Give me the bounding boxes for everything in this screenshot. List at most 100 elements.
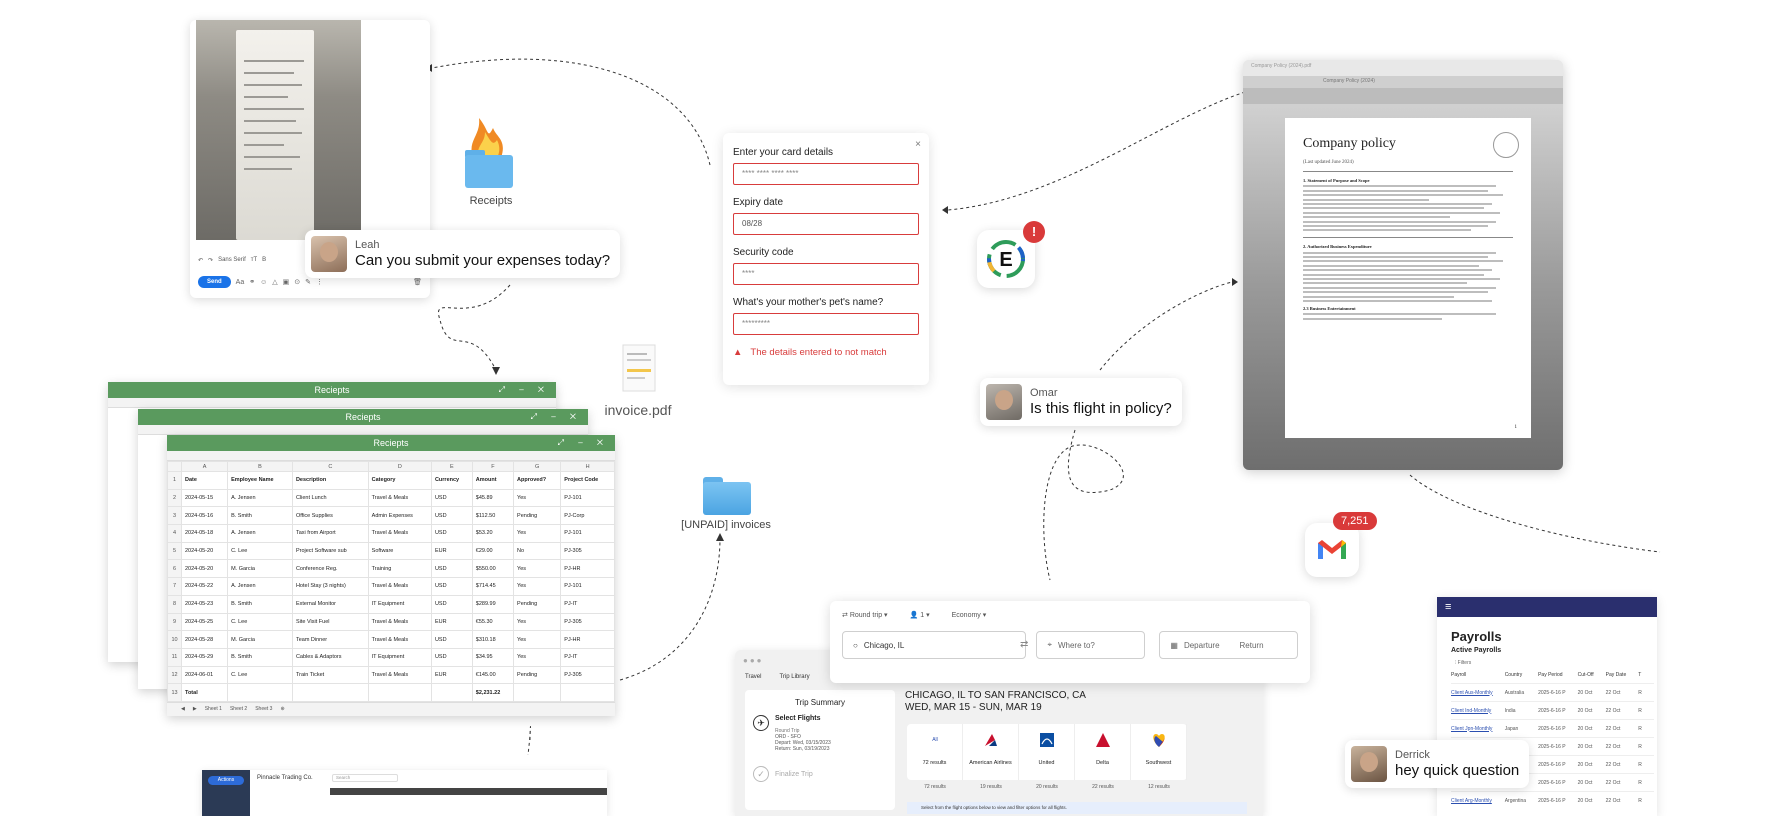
table-cell[interactable]: Employee Name (227, 471, 293, 490)
table-cell[interactable]: Date (180, 471, 229, 490)
table-cell[interactable]: Pending (513, 506, 562, 526)
table-cell[interactable]: Travel & Meals (367, 524, 432, 543)
column-header[interactable]: Payroll (1451, 672, 1505, 684)
table-cell[interactable]: PJ-HR (560, 630, 615, 649)
table-cell[interactable] (430, 683, 473, 702)
table-cell[interactable] (560, 683, 615, 702)
table-row[interactable]: 13 Total $2,231.22 (167, 683, 615, 702)
table-cell[interactable]: PJ-HR (560, 559, 615, 579)
redo-icon[interactable]: ↷ (208, 257, 213, 264)
table-cell[interactable]: 2024-05-29 (180, 647, 229, 667)
table-cell[interactable]: Travel & Meals (367, 665, 432, 685)
table-cell[interactable] (227, 683, 293, 702)
table-cell[interactable]: Travel & Meals (367, 488, 432, 508)
table-cell[interactable]: $289.99 (471, 594, 515, 614)
more-options-icon[interactable]: ⋮ (316, 278, 323, 286)
table-row[interactable]: 6 2024-05-20 M. Garcia Conference Reg. Train… (167, 559, 615, 579)
table-cell[interactable]: PJ-IT (560, 594, 615, 614)
table-cell[interactable]: Project Software sub (291, 541, 369, 561)
table-cell[interactable]: Taxi from Airport (291, 524, 369, 543)
table-cell[interactable]: Travel & Meals (367, 630, 432, 649)
table-cell[interactable]: Train Ticket (291, 665, 369, 685)
gmail-app-icon[interactable] (1305, 523, 1359, 577)
table-cell[interactable]: USD (430, 647, 473, 667)
pen-icon[interactable]: ✎ (305, 278, 311, 286)
table-cell[interactable]: Office Supplies (291, 506, 369, 526)
table-cell[interactable]: Yes (513, 647, 562, 667)
airline-all[interactable]: All 72 results (907, 724, 963, 780)
table-cell[interactable] (291, 683, 369, 702)
table-cell[interactable]: USD (430, 594, 473, 614)
window-controls[interactable]: ⤢ – ✕ (558, 435, 609, 451)
column-header[interactable]: A (180, 461, 229, 472)
table-cell[interactable]: 2024-05-20 (180, 541, 229, 561)
chat-bubble-derrick[interactable]: Derrick hey quick question (1345, 740, 1530, 788)
table-row[interactable]: 10 2024-05-28 M. Garcia Team Dinner Travel &… (167, 630, 615, 649)
invoice-file[interactable]: invoice.pdf (603, 343, 675, 418)
table-cell[interactable]: USD (430, 577, 473, 596)
filters-button[interactable]: ⫶ Filters (1455, 660, 1657, 666)
column-header[interactable]: T (1638, 672, 1654, 684)
table-cell[interactable]: Client Lunch (291, 488, 369, 508)
swap-icon[interactable]: ⇄ (1020, 631, 1028, 659)
table-cell[interactable]: B. Smith (227, 647, 293, 667)
table-cell[interactable]: 2024-06-01 (180, 665, 229, 685)
table-row[interactable]: Client Ind-Monthly India 2025-6-16 P 20 Oct… (1451, 701, 1654, 720)
table-row[interactable]: Client Jpn-Monthly Japan 2025-6-16 P 20 Oct… (1451, 719, 1654, 738)
table-cell[interactable]: Pending (513, 594, 562, 614)
image-icon[interactable]: ▣ (283, 278, 290, 286)
table-cell[interactable]: USD (430, 524, 473, 543)
table-cell[interactable] (367, 683, 432, 702)
table-cell[interactable]: Yes (513, 630, 562, 649)
table-row[interactable]: 11 2024-05-29 B. Smith Cables & Adaptors IT … (167, 647, 615, 667)
table-cell[interactable]: PJ-101 (560, 577, 615, 596)
attach-icon[interactable]: Aa (236, 279, 245, 286)
menu-icon[interactable]: ≡ (1437, 597, 1657, 617)
table-row[interactable]: 8 2024-05-23 B. Smith External Monitor IT Eq… (167, 594, 615, 614)
column-header[interactable]: Country (1505, 672, 1538, 684)
table-row[interactable]: 9 2024-05-25 C. Lee Site Visit Fuel Travel &… (167, 612, 615, 632)
table-row[interactable]: 3 2024-05-16 B. Smith Office Supplies Admin … (167, 506, 615, 526)
security-code-field[interactable]: **** (733, 263, 919, 285)
payroll-link[interactable]: Client Jpn-Monthly (1451, 719, 1505, 738)
table-row[interactable]: Client Aus-Monthly Australia 2025-6-16 P 20… (1451, 683, 1654, 702)
table-cell[interactable]: A. Jensen (227, 577, 293, 596)
table-cell[interactable]: Yes (513, 612, 562, 632)
table-cell[interactable]: PJ-305 (560, 541, 615, 561)
table-cell[interactable]: Travel & Meals (367, 577, 432, 596)
table-cell[interactable]: IT Equipment (367, 647, 432, 667)
chat-bubble-leah[interactable]: Leah Can you submit your expenses today? (305, 230, 621, 278)
search-input[interactable]: Search (332, 774, 398, 782)
sheet-tab[interactable]: Sheet 2 (230, 706, 247, 712)
spreadsheet-window-front[interactable]: Reciepts ⤢ – ✕ ABCDEFGH 1 Date Employee Nam… (167, 435, 615, 716)
cabin-select[interactable]: Economy ▾ (952, 611, 987, 619)
table-cell[interactable]: Project Code (560, 471, 615, 490)
table-cell[interactable]: 2024-05-20 (180, 559, 229, 579)
table-cell[interactable]: C. Lee (227, 541, 293, 561)
table-cell[interactable]: 2024-05-18 (180, 524, 229, 543)
table-cell[interactable]: 2024-05-28 (180, 630, 229, 649)
add-sheet-icon[interactable]: ⊕ (280, 706, 284, 712)
table-cell[interactable]: 2024-05-16 (180, 506, 229, 526)
actions-button[interactable]: Actions (208, 776, 244, 785)
table-cell[interactable]: USD (430, 559, 473, 579)
table-cell[interactable]: PJ-101 (560, 524, 615, 543)
origin-field[interactable]: ○ Chicago, IL (842, 631, 1027, 659)
font-select[interactable]: Sans Serif (218, 257, 246, 263)
column-header[interactable]: D (367, 461, 432, 472)
table-cell[interactable]: Software (367, 541, 432, 561)
airline-united[interactable]: United (1019, 724, 1075, 780)
sheet-tab[interactable]: Sheet 1 (205, 706, 222, 712)
airline-delta[interactable]: Delta (1075, 724, 1131, 780)
table-cell[interactable]: No (513, 541, 562, 561)
undo-icon[interactable]: ↶ (198, 257, 203, 264)
chat-bubble-omar[interactable]: Omar Is this flight in policy? (980, 378, 1182, 426)
table-cell[interactable]: Travel & Meals (367, 612, 432, 632)
window-controls[interactable]: ⤢ – ✕ (531, 409, 582, 425)
table-cell[interactable]: Hotel Stay (3 nights) (291, 577, 369, 596)
text-size-icon[interactable]: тT (251, 257, 257, 263)
window-controls[interactable]: ⤢ – ✕ (499, 382, 550, 398)
trash-icon[interactable]: 🗑 (413, 278, 422, 286)
table-cell[interactable]: B. Smith (227, 594, 293, 614)
tab-trip-library[interactable]: Trip Library (779, 674, 809, 680)
